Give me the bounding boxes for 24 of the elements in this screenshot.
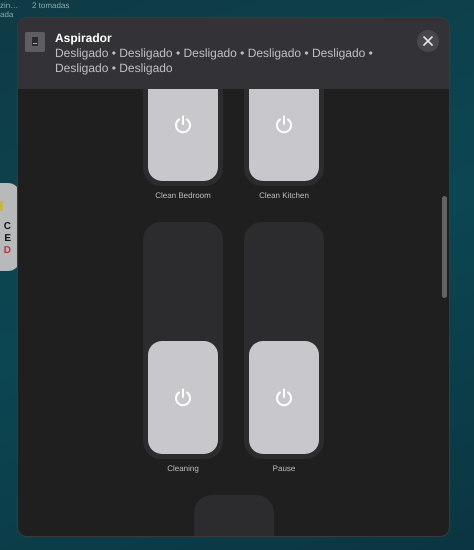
tile-label: Cleaning [167, 464, 199, 473]
tile-label: Pause [272, 464, 296, 473]
status-text: Desligado • Desligado • Desligado • Desligado • Desligado • Desligado • Desligado [55, 46, 374, 76]
device-icon [25, 32, 45, 52]
desktop-label: ada [0, 10, 14, 19]
power-icon [174, 114, 192, 134]
power-button[interactable] [249, 340, 319, 454]
power-icon [275, 114, 293, 134]
power-icon [174, 388, 192, 407]
close-icon [423, 36, 433, 46]
desktop-label: 2 tomadas [32, 1, 70, 10]
scrollbar[interactable] [442, 196, 447, 298]
slider-tile[interactable] [143, 222, 223, 459]
power-button[interactable] [148, 340, 218, 454]
power-icon [275, 388, 293, 407]
close-button[interactable] [417, 30, 439, 52]
desktop-label: zin… [0, 1, 18, 10]
card-text: C [4, 221, 11, 233]
card-text: D [4, 245, 11, 257]
card-text: E [4, 233, 11, 245]
dialog-title: Aspirador [55, 31, 113, 45]
tile-label: Clean Kitchen [259, 191, 309, 200]
tile-label: Clean Bedroom [155, 191, 211, 200]
slider-tile[interactable] [244, 222, 324, 459]
